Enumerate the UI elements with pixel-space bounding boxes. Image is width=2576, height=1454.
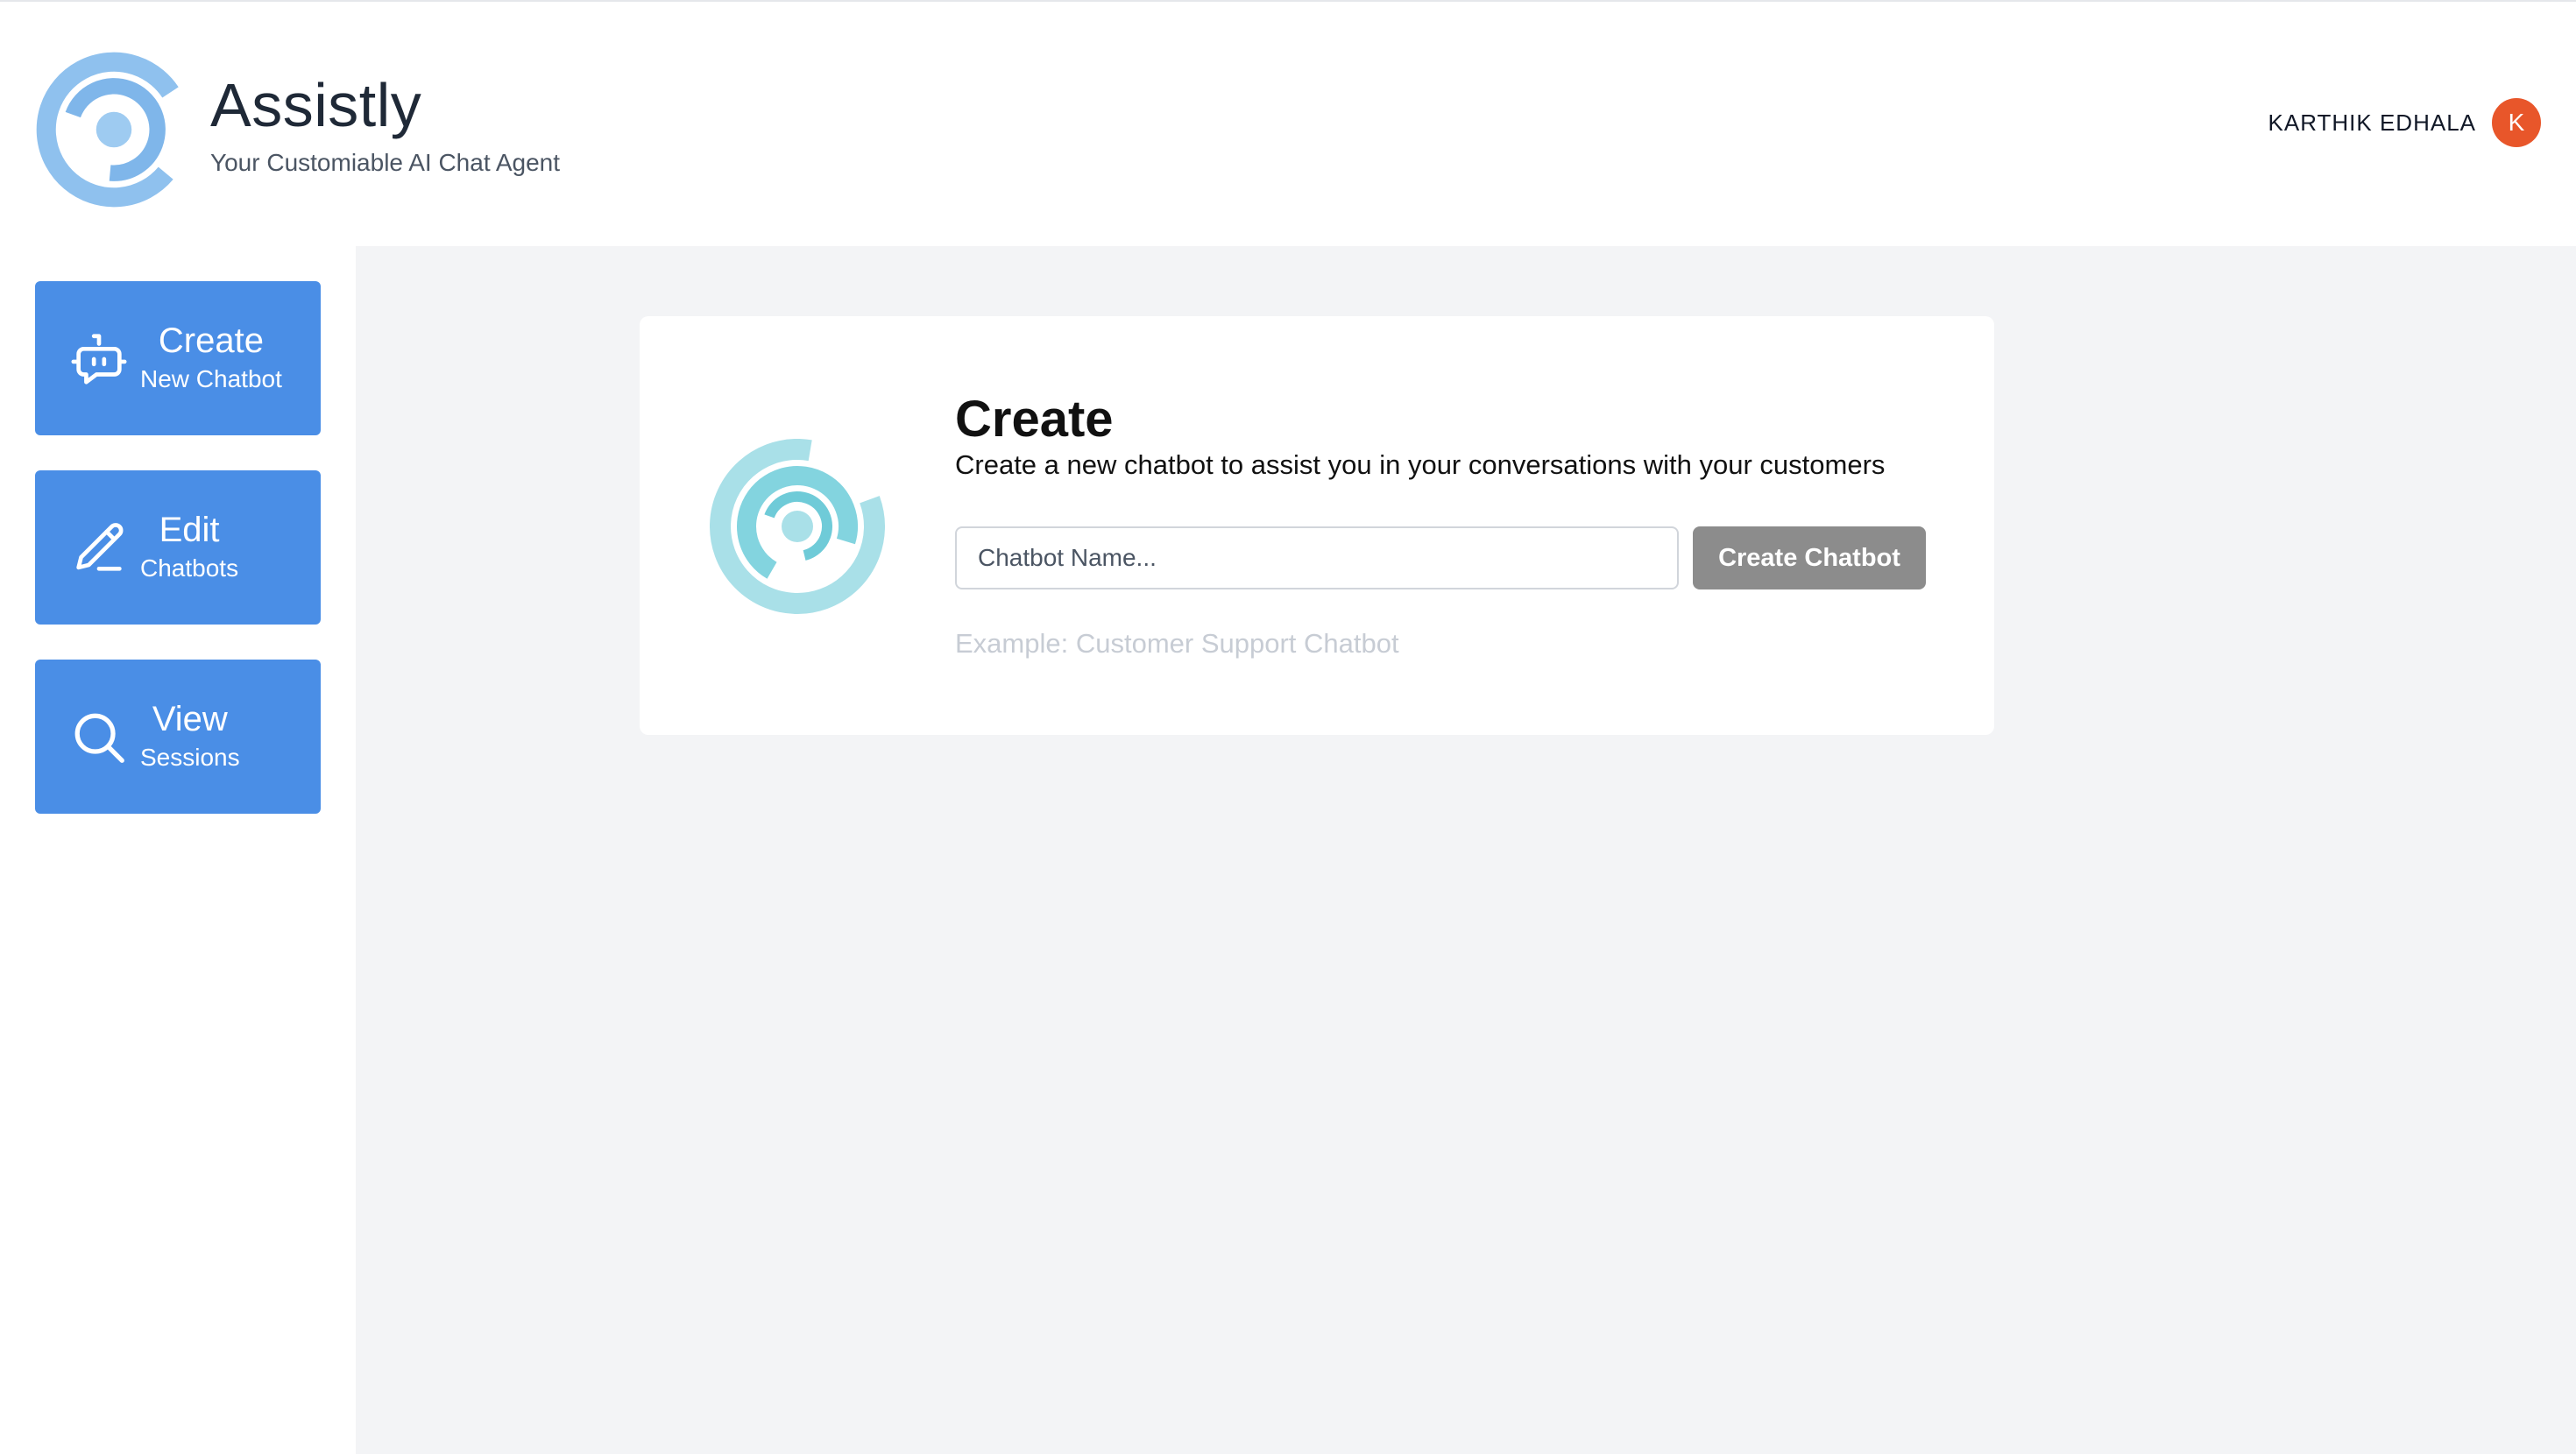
nav-subtitle: Chatbots [140, 554, 239, 582]
sidebar: Create New Chatbot Edit Chatbots View Se… [0, 246, 356, 1454]
user-menu[interactable]: KARTHIK EDHALA K [2268, 98, 2541, 147]
assistly-logo-icon [710, 439, 885, 614]
sidebar-item-view-sessions[interactable]: View Sessions [35, 660, 321, 814]
chatbot-name-input[interactable] [955, 526, 1679, 589]
avatar[interactable]: K [2492, 98, 2541, 147]
nav-subtitle: Sessions [140, 744, 240, 771]
example-hint: Example: Customer Support Chatbot [955, 628, 1399, 659]
user-name: KARTHIK EDHALA [2268, 109, 2476, 136]
sidebar-item-edit-chatbots[interactable]: Edit Chatbots [35, 470, 321, 625]
app-header: Assistly Your Customiable AI Chat Agent … [0, 0, 2576, 246]
main-content: Create Create a new chatbot to assist yo… [356, 246, 2576, 1454]
nav-text: Create New Chatbot [140, 320, 282, 397]
assistly-logo-icon[interactable] [33, 49, 195, 210]
search-icon [74, 713, 124, 763]
sidebar-item-create-chatbot[interactable]: Create New Chatbot [35, 281, 321, 435]
nav-title: Create [158, 321, 264, 360]
nav-title: Edit [159, 511, 220, 549]
page-title: Create [955, 391, 1114, 448]
nav-text: View Sessions [140, 698, 240, 775]
bot-message-icon [71, 334, 127, 385]
pencil-icon [76, 523, 124, 571]
app-page: Assistly Your Customiable AI Chat Agent … [0, 0, 2576, 1454]
create-chatbot-button[interactable]: Create Chatbot [1693, 526, 1926, 589]
brand-name: Assistly [210, 71, 422, 139]
nav-subtitle: New Chatbot [140, 365, 282, 392]
nav-text: Edit Chatbots [140, 509, 238, 586]
nav-title: View [152, 700, 228, 738]
create-chatbot-card: Create Create a new chatbot to assist yo… [640, 316, 1994, 735]
brand-tagline: Your Customiable AI Chat Agent [210, 149, 560, 176]
page-description: Create a new chatbot to assist you in yo… [955, 449, 1886, 480]
